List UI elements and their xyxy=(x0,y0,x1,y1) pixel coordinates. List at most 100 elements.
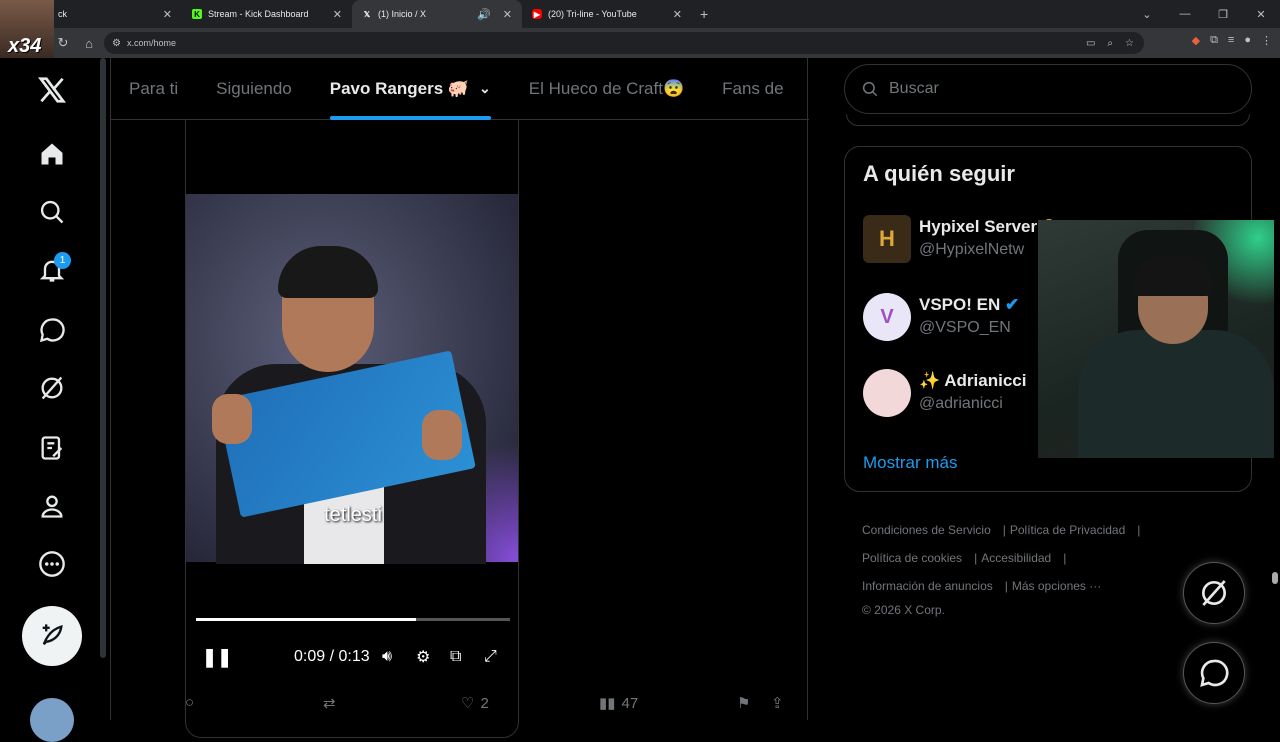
who-to-follow-title: A quién seguir xyxy=(863,161,1015,186)
tab-title: (1) Inicio / X xyxy=(378,9,427,19)
tab-pavo-rangers[interactable]: Pavo Rangers 🐖 ⌄ xyxy=(329,58,491,120)
footer-link[interactable]: Condiciones de Servicio xyxy=(862,523,991,537)
picture-in-picture-icon[interactable]: ⧉ xyxy=(450,648,461,666)
cast-icon[interactable]: ▭ xyxy=(1086,38,1095,49)
post-actions: ○ ⇄ ♡ 2 ▮▮ 47 ⚑ ⇪ xyxy=(185,694,805,718)
messages-fab-button[interactable] xyxy=(1183,642,1245,704)
footer-link[interactable]: Política de cookies xyxy=(862,551,962,565)
grok-fab-button[interactable] xyxy=(1183,562,1245,624)
profile-icon[interactable] xyxy=(36,490,68,522)
video-progress-bar[interactable] xyxy=(196,618,510,621)
zoom-icon[interactable]: ⌕ xyxy=(1107,38,1113,49)
adrianicci-avatar xyxy=(863,369,911,417)
footer-link[interactable]: Política de Privacidad xyxy=(1010,523,1125,537)
current-time: 0:09 xyxy=(294,648,326,665)
home-icon[interactable]: ⌂ xyxy=(76,36,102,51)
view-count: 47 xyxy=(621,694,639,712)
close-tab-icon[interactable]: ✕ xyxy=(333,8,342,21)
search-input[interactable]: Buscar xyxy=(844,64,1252,114)
youtube-favicon-icon: ▶ xyxy=(532,9,542,19)
share-button[interactable]: ⇪ xyxy=(771,694,784,712)
right-scrollbar-thumb[interactable] xyxy=(1272,572,1278,584)
site-info-icon[interactable]: ⚙ xyxy=(112,38,121,49)
chevron-down-icon[interactable]: ⌄ xyxy=(1128,8,1166,21)
close-tab-icon[interactable]: ✕ xyxy=(163,8,172,21)
views-button[interactable]: ▮▮ 47 xyxy=(599,694,639,713)
x-logo-icon[interactable] xyxy=(36,74,68,106)
fullscreen-icon[interactable]: ⤢ xyxy=(484,648,497,666)
account-name: ✨ Adrianicci xyxy=(919,371,1027,390)
account-name: Hypixel Server ✪ xyxy=(919,217,1056,237)
heart-icon: ♡ xyxy=(461,695,475,712)
tab-label: Pavo Rangers 🐖 xyxy=(329,78,470,98)
account-avatar[interactable] xyxy=(30,698,74,742)
tab-el-hueco-de-craft[interactable]: El Hueco de Craft😨 xyxy=(529,58,684,120)
video-frame[interactable]: tetlesti xyxy=(186,194,518,564)
grok-icon[interactable] xyxy=(36,372,68,404)
minimize-icon[interactable]: — xyxy=(1166,8,1204,20)
time-separator: / xyxy=(329,648,335,665)
left-scrollbar[interactable] xyxy=(100,58,106,658)
audio-icon[interactable]: 🔊 xyxy=(477,8,491,21)
streamer-body xyxy=(1078,330,1274,458)
settings-gear-icon[interactable]: ⚙ xyxy=(416,647,430,667)
extension-icon[interactable]: ◆ xyxy=(1192,34,1200,47)
compose-post-button[interactable] xyxy=(22,606,82,666)
profile-avatar-icon[interactable]: ● xyxy=(1244,34,1251,47)
browser-tab[interactable]: ▶ (20) Tri-line - YouTube ✕ xyxy=(522,0,692,28)
close-tab-icon[interactable]: ✕ xyxy=(503,8,512,21)
home-icon[interactable] xyxy=(36,138,68,170)
menu-icon[interactable]: ⋮ xyxy=(1261,34,1272,47)
webcam-overlay xyxy=(1038,220,1274,458)
like-button[interactable]: ♡ 2 xyxy=(461,694,489,713)
url-text: x.com/home xyxy=(126,38,176,48)
footer-link[interactable]: Más opciones ··· xyxy=(1012,579,1101,593)
more-options-icon[interactable] xyxy=(36,548,68,580)
tab-para-ti[interactable]: Para ti xyxy=(129,58,178,120)
feed-tabs: Para ti Siguiendo Pavo Rangers 🐖 ⌄ El Hue… xyxy=(111,58,809,120)
vspo-avatar: V xyxy=(863,293,911,341)
hypixel-avatar: H xyxy=(863,215,911,263)
close-window-icon[interactable]: ✕ xyxy=(1242,8,1280,21)
messages-icon[interactable] xyxy=(36,314,68,346)
account-name: VSPO! EN ✔ xyxy=(919,295,1020,314)
browser-tab-active[interactable]: 𝕏 (1) Inicio / X 🔊 ✕ xyxy=(352,0,522,28)
tab-fans-de[interactable]: Fans de xyxy=(722,58,783,120)
new-tab-button[interactable]: + xyxy=(700,6,708,22)
tab-label: Fans de xyxy=(722,78,784,98)
explore-search-icon[interactable] xyxy=(36,196,68,228)
footer-link[interactable]: Información de anuncios xyxy=(862,579,993,593)
show-more-link[interactable]: Mostrar más xyxy=(863,453,957,473)
account-handle: @adrianicci xyxy=(919,395,1003,412)
bookmark-star-icon[interactable]: ☆ xyxy=(1125,38,1134,49)
window-controls: ⌄ — ❐ ✕ xyxy=(1128,0,1280,28)
maximize-icon[interactable]: ❐ xyxy=(1204,8,1242,21)
browser-tab[interactable]: K Stream - Kick Dashboard ✕ xyxy=(182,0,352,28)
media-icon[interactable]: ≡ xyxy=(1228,34,1234,47)
lists-icon[interactable] xyxy=(36,432,68,464)
chevron-down-icon[interactable]: ⌄ xyxy=(479,80,491,97)
x-favicon-icon: 𝕏 xyxy=(363,9,371,19)
grok-icon xyxy=(1202,580,1226,606)
streamer-hair xyxy=(1132,256,1214,296)
tab-title: ck xyxy=(58,9,67,19)
repost-button[interactable]: ⇄ xyxy=(323,694,336,712)
chat-bubble-icon xyxy=(1200,659,1229,687)
tab-siguiendo[interactable]: Siguiendo xyxy=(216,58,292,120)
puzzle-icon[interactable]: ⧉ xyxy=(1210,34,1218,47)
bookmark-button[interactable]: ⚑ xyxy=(737,694,750,712)
footer-link[interactable]: Accesibilidad xyxy=(981,551,1051,565)
kick-favicon-icon: K xyxy=(192,9,202,19)
person-hand xyxy=(212,394,252,444)
omnibox[interactable]: ⚙ x.com/home ▭ ⌕ ☆ xyxy=(104,32,1144,54)
person-hand xyxy=(422,410,462,460)
video-player[interactable]: tetlesti ❚❚ 0:09 / 0:13 🔊︎ ⚙ ⧉ ⤢ xyxy=(185,120,519,738)
bookmark-icon: ⚑ xyxy=(737,695,751,712)
person-hair xyxy=(278,246,378,298)
tab-label: El Hueco de Craft😨 xyxy=(528,78,685,98)
close-tab-icon[interactable]: ✕ xyxy=(673,8,682,21)
search-icon xyxy=(862,81,878,97)
volume-icon[interactable]: 🔊︎ xyxy=(382,648,392,666)
reply-button[interactable]: ○ xyxy=(185,694,194,711)
pause-icon[interactable]: ❚❚ xyxy=(202,647,232,668)
